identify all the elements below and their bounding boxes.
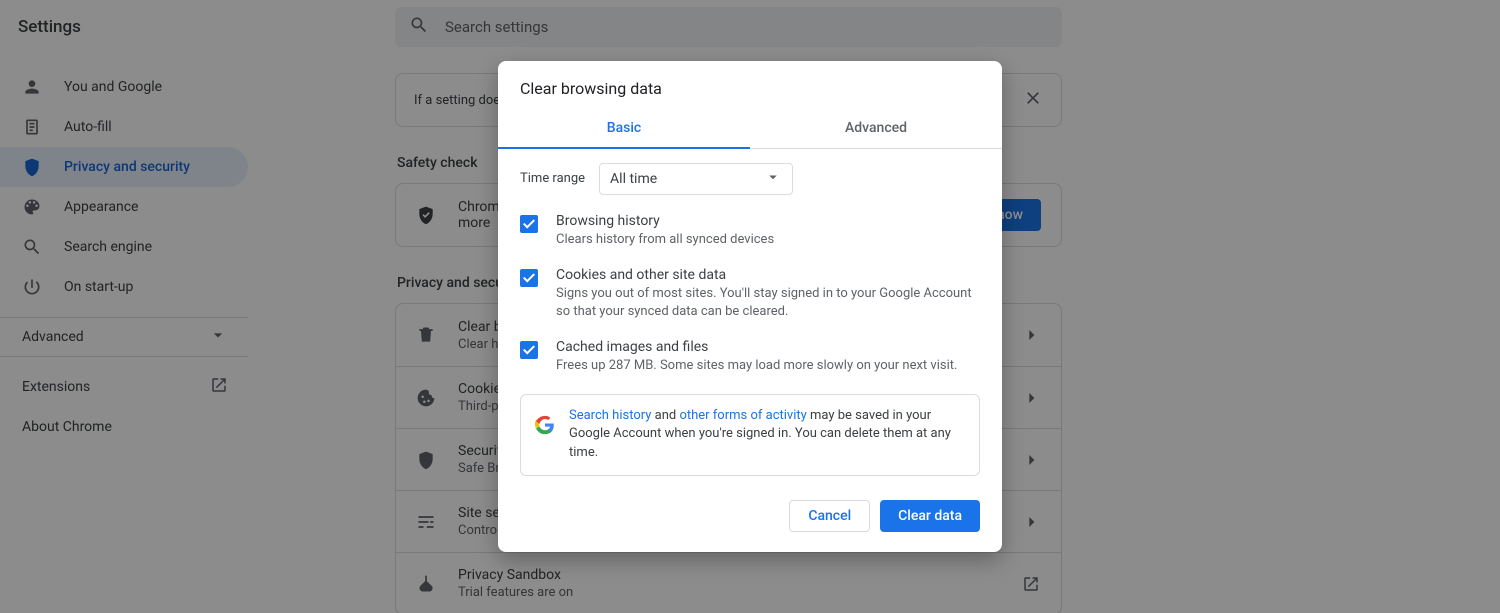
checkbox-subtitle: Signs you out of most sites. You'll stay… [556,285,980,321]
google-account-hint: Search history and other forms of activi… [520,394,980,477]
checkbox-history[interactable] [520,215,538,233]
time-range-label: Time range [520,171,585,186]
dialog-tabs: Basic Advanced [498,108,1002,149]
tab-advanced[interactable]: Advanced [750,108,1002,148]
checkbox-row-cookies[interactable]: Cookies and other site data Signs you ou… [520,267,980,321]
dialog-scrim[interactable]: Clear browsing data Basic Advanced Time … [0,0,1500,613]
search-history-link[interactable]: Search history [569,408,651,423]
clear-data-button[interactable]: Clear data [880,500,980,532]
hint-text-mid: and [651,408,679,423]
checkbox-cookies[interactable] [520,269,538,287]
tab-basic[interactable]: Basic [498,108,750,148]
clear-browsing-data-dialog: Clear browsing data Basic Advanced Time … [498,61,1002,552]
checkbox-cache[interactable] [520,341,538,359]
cancel-button[interactable]: Cancel [789,500,870,532]
time-range-select[interactable]: All time [599,163,793,195]
checkbox-title: Cookies and other site data [556,267,980,283]
checkbox-title: Cached images and files [556,339,957,355]
time-range-value: All time [610,171,657,187]
other-activity-link[interactable]: other forms of activity [679,408,806,423]
checkbox-subtitle: Frees up 287 MB. Some sites may load mor… [556,357,957,375]
checkbox-row-cache[interactable]: Cached images and files Frees up 287 MB.… [520,339,980,375]
google-logo-icon [535,415,555,435]
checkbox-subtitle: Clears history from all synced devices [556,231,774,249]
dialog-title: Clear browsing data [498,61,1002,98]
checkbox-row-history[interactable]: Browsing history Clears history from all… [520,213,980,249]
dropdown-arrow-icon [764,168,782,190]
checkbox-title: Browsing history [556,213,774,229]
